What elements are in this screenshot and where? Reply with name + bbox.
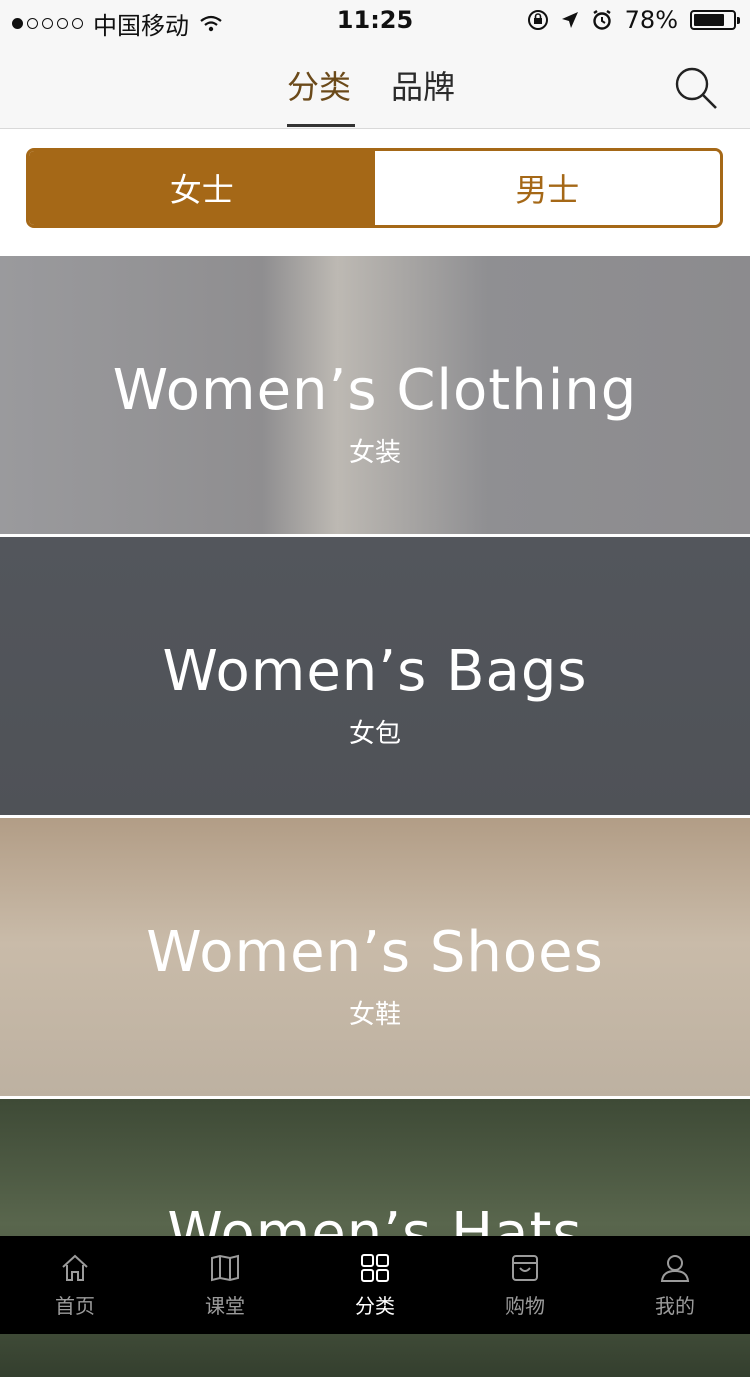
category-subtitle: 女装 [348,438,401,468]
category-title: Women’s Shoes [146,920,604,985]
tab-bar-label: 分类 [355,1293,395,1318]
category-list: Women’s Clothing 女装 Women’s Bags 女包 Wome… [0,256,750,1380]
gender-option-women[interactable]: 女士 [29,151,375,225]
tab-bar-item-category[interactable]: 分类 [300,1236,450,1334]
category-card-shoes[interactable]: Women’s Shoes 女鞋 [0,818,750,1099]
category-title: Women’s Clothing [112,358,638,423]
alarm-icon [592,10,611,30]
gender-option-men[interactable]: 男士 [374,151,720,225]
user-icon [660,1254,690,1282]
location-icon [561,12,578,28]
battery-percentage: 78% [624,6,678,34]
grid-icon [361,1253,389,1282]
gender-switch: 女士 男士 [26,148,723,228]
category-card-clothing[interactable]: Women’s Clothing 女装 [0,256,750,537]
bottom-tab-bar: 首页 课堂 分类 购物 我的 [0,1236,750,1334]
active-tab-indicator [287,124,355,127]
search-icon[interactable] [672,64,720,112]
tab-bar-item-home[interactable]: 首页 [0,1236,150,1334]
tab-bar-label: 我的 [655,1293,695,1318]
tab-bar-item-shopping[interactable]: 购物 [450,1236,600,1334]
book-icon [211,1254,239,1281]
category-subtitle: 女包 [348,719,401,749]
tab-bar-label: 购物 [505,1293,545,1318]
battery-icon [690,10,740,30]
category-card-bags[interactable]: Women’s Bags 女包 [0,537,750,818]
orientation-lock-icon [527,10,548,30]
tab-bar-label: 课堂 [205,1293,245,1318]
status-bar: 中国移动 11:25 78% [0,0,750,42]
tab-category[interactable]: 分类 [287,62,351,108]
category-title: Women’s Bags [162,639,588,704]
tab-brand[interactable]: 品牌 [391,62,455,108]
top-navigation: 分类 品牌 [0,42,750,129]
shopping-box-icon [512,1254,538,1281]
tab-bar-item-classroom[interactable]: 课堂 [150,1236,300,1334]
home-icon [62,1254,88,1281]
tab-bar-label: 首页 [55,1293,95,1318]
status-right: 78% [527,6,740,34]
tab-bar-item-profile[interactable]: 我的 [600,1236,750,1334]
category-subtitle: 女鞋 [348,1000,401,1030]
